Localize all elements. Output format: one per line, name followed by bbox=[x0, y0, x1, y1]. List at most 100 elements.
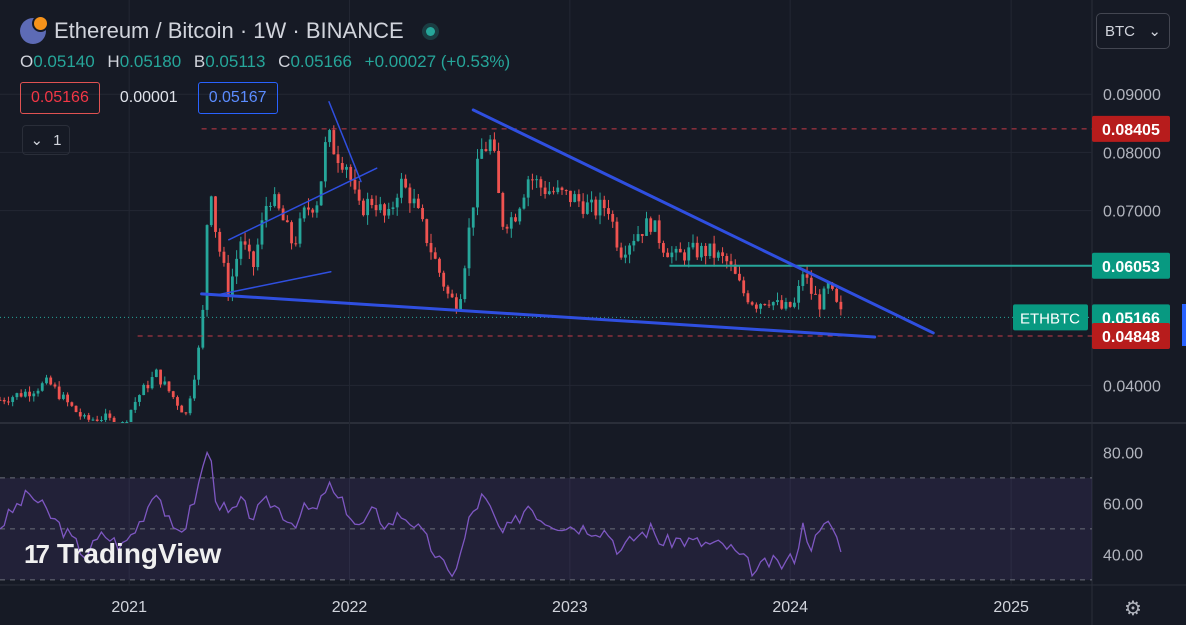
candle-body bbox=[547, 191, 551, 195]
settings-gear-icon[interactable]: ⚙ bbox=[1124, 596, 1142, 621]
candle-body bbox=[471, 207, 475, 228]
candle-body bbox=[611, 213, 615, 222]
time-tick-label: 2022 bbox=[332, 599, 368, 616]
candle-body bbox=[818, 294, 822, 310]
time-tick-label: 2023 bbox=[552, 599, 588, 616]
candle-body bbox=[19, 393, 23, 397]
candle-body bbox=[298, 218, 302, 244]
candle-body bbox=[239, 241, 243, 259]
candle-body bbox=[531, 179, 534, 181]
candle-body bbox=[619, 247, 623, 258]
candle-body bbox=[695, 242, 699, 258]
candle-body bbox=[788, 302, 792, 307]
candle-body bbox=[154, 369, 158, 378]
candle-body bbox=[387, 208, 391, 216]
candle-body bbox=[742, 280, 746, 294]
candle-body bbox=[53, 384, 57, 387]
market-open-status-icon bbox=[425, 26, 435, 36]
price-label-text: 0.04848 bbox=[1102, 329, 1160, 346]
candle-body bbox=[142, 384, 146, 396]
symbol-title[interactable]: Ethereum / Bitcoin · 1W · BINANCE bbox=[54, 18, 404, 44]
trendline bbox=[200, 292, 877, 339]
candle-body bbox=[302, 207, 306, 219]
time-tick-label: 2024 bbox=[772, 599, 808, 616]
candle-body bbox=[40, 383, 44, 391]
open-value: 0.05140 bbox=[33, 52, 95, 71]
candle-body bbox=[649, 218, 653, 232]
candle-body bbox=[340, 163, 344, 170]
candle-body bbox=[256, 244, 260, 268]
tradingview-watermark: 17 TradingView bbox=[24, 538, 221, 570]
close-value: 0.05166 bbox=[290, 52, 352, 71]
trendline bbox=[471, 108, 935, 335]
candle-body bbox=[205, 225, 209, 310]
candle-body bbox=[552, 191, 555, 193]
drawings bbox=[0, 101, 1092, 339]
currency-select-value: BTC bbox=[1105, 22, 1135, 40]
candle-body bbox=[100, 420, 103, 422]
sell-price-button[interactable]: 0.05166 bbox=[20, 82, 100, 114]
candle-body bbox=[750, 302, 754, 305]
currency-select[interactable]: BTC ⌄ bbox=[1096, 13, 1170, 49]
candle-body bbox=[197, 347, 201, 380]
candle-body bbox=[763, 304, 767, 306]
candle-body bbox=[577, 194, 581, 202]
candle-body bbox=[311, 209, 315, 213]
candle-body bbox=[235, 258, 239, 277]
candle-body bbox=[581, 201, 585, 214]
candle-body bbox=[138, 395, 141, 402]
candle-body bbox=[678, 248, 682, 253]
candle-body bbox=[95, 419, 99, 422]
candle-body bbox=[78, 412, 82, 417]
candle-body bbox=[822, 288, 826, 310]
candle-body bbox=[70, 402, 74, 406]
eth-btc-logo-icon bbox=[20, 15, 49, 44]
candle-body bbox=[192, 379, 196, 399]
candle-body bbox=[564, 190, 568, 192]
change-value: +0.00027 (+0.53%) bbox=[364, 52, 511, 71]
candle-body bbox=[416, 198, 420, 208]
candle-body bbox=[484, 149, 488, 152]
candle-body bbox=[2, 399, 6, 402]
buy-price-button[interactable]: 0.05167 bbox=[197, 82, 278, 114]
candle-body bbox=[0, 399, 2, 401]
candle-body bbox=[378, 204, 382, 211]
candle-body bbox=[290, 222, 293, 244]
candle-body bbox=[754, 304, 758, 309]
candles bbox=[0, 125, 843, 423]
candle-body bbox=[594, 199, 598, 216]
candle-body bbox=[273, 194, 277, 206]
indicators-collapse-button[interactable]: ⌄ 1 bbox=[22, 125, 70, 155]
candle-body bbox=[615, 221, 619, 248]
candle-body bbox=[700, 245, 703, 258]
candle-body bbox=[7, 401, 10, 403]
candle-body bbox=[704, 245, 708, 257]
candle-body bbox=[349, 166, 353, 180]
candle-body bbox=[784, 302, 788, 309]
trendline bbox=[228, 167, 378, 241]
candle-body bbox=[598, 199, 602, 216]
candle-body bbox=[809, 277, 813, 294]
candle-body bbox=[61, 394, 65, 399]
candle-body bbox=[670, 252, 674, 258]
candle-body bbox=[636, 234, 640, 241]
price-label-text: 0.08405 bbox=[1102, 122, 1160, 139]
candle-body bbox=[492, 139, 496, 151]
candle-body bbox=[433, 252, 437, 259]
candle-body bbox=[514, 217, 517, 222]
high-label: H bbox=[107, 52, 120, 71]
candle-body bbox=[497, 150, 501, 194]
candle-body bbox=[657, 220, 661, 244]
candle-body bbox=[662, 243, 665, 253]
candle-body bbox=[83, 415, 86, 417]
candle-body bbox=[218, 231, 222, 252]
rsi-tick-label: 40.00 bbox=[1103, 547, 1143, 564]
scroll-handle[interactable] bbox=[1182, 304, 1186, 346]
price-tick-label: 0.04000 bbox=[1103, 378, 1161, 395]
candle-body bbox=[180, 405, 184, 413]
candle-body bbox=[467, 227, 471, 269]
tradingview-logo-icon: 17 bbox=[24, 538, 50, 569]
candle-body bbox=[345, 166, 348, 170]
candle-body bbox=[66, 394, 70, 403]
price-tick-label: 0.08000 bbox=[1103, 145, 1161, 162]
